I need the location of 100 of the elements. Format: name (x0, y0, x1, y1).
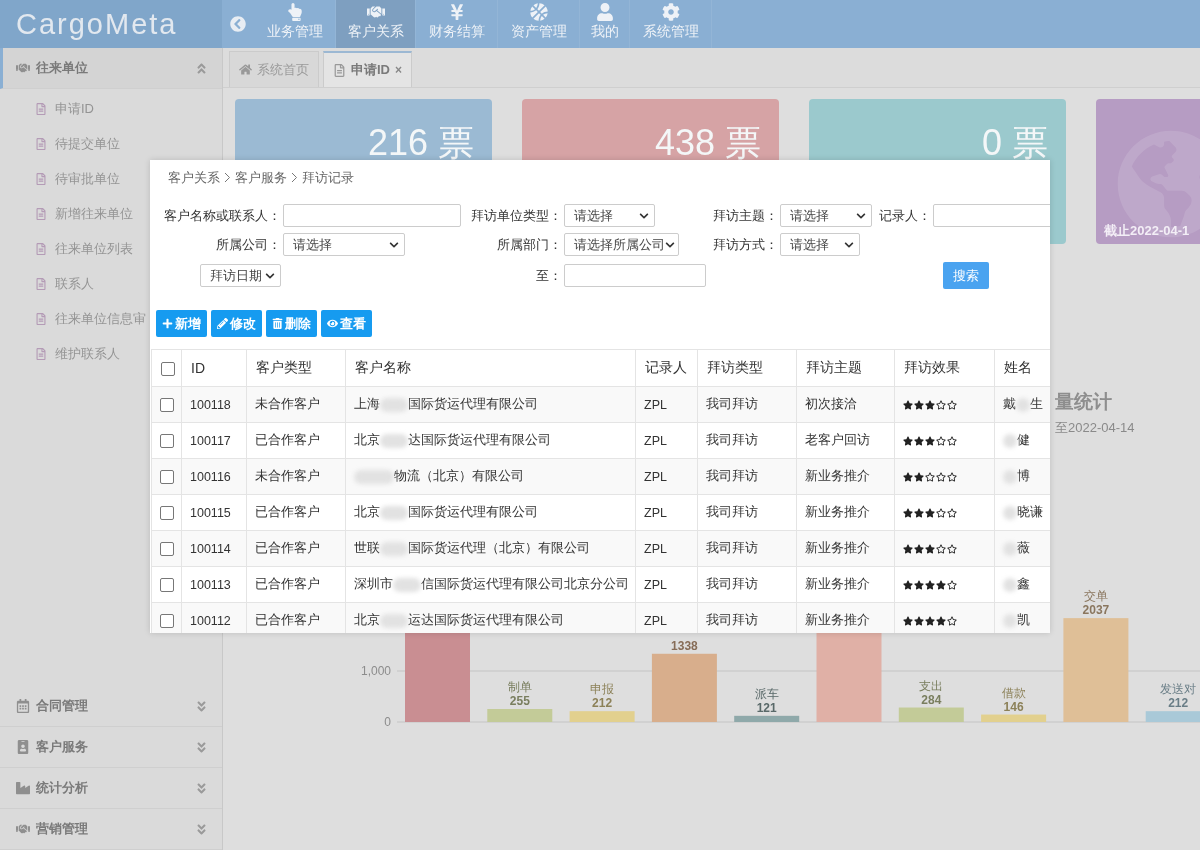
chevron-icon (195, 699, 208, 713)
bar-value: 212 (592, 696, 613, 711)
document-icon (35, 137, 47, 150)
checkbox[interactable] (160, 577, 174, 592)
caret-icon (844, 239, 854, 250)
checkbox[interactable] (160, 433, 174, 448)
edit-button[interactable]: 修改 (211, 310, 262, 337)
sidebar-item[interactable]: 申请ID (0, 91, 222, 126)
add-button[interactable]: 新增 (156, 310, 207, 337)
table-cell: 我司拜访 (697, 458, 797, 495)
chevron-icon (195, 61, 208, 75)
sidebar-section[interactable]: 统计分析 (0, 768, 222, 809)
bar-label: 交单 (1083, 589, 1108, 604)
document-icon (35, 102, 47, 115)
table-cell: 100118 (181, 386, 247, 423)
table-cell: 已合作客户 (246, 602, 346, 633)
breadcrumb-link[interactable]: 客户服务 (235, 169, 287, 187)
eye-icon (327, 318, 338, 329)
document-icon (35, 277, 47, 290)
logo[interactable]: CargoMeta (0, 0, 222, 48)
breadcrumb-link[interactable]: 客户关系 (168, 169, 220, 187)
document-icon (35, 207, 47, 220)
table-cell: 100114 (181, 530, 247, 567)
checkbox[interactable] (160, 505, 174, 520)
search-button[interactable]: 搜索 (943, 262, 989, 289)
field-label: 拜访方式： (713, 235, 779, 254)
panel-title: 量统计 (1055, 390, 1113, 414)
bar-label: 申报 (590, 682, 615, 697)
close-icon[interactable]: × (395, 63, 402, 77)
table-cell: 我司拜访 (697, 566, 797, 603)
bar-label: 支出 (919, 678, 944, 693)
table-cell: 我司拜访 (697, 386, 797, 423)
checkbox[interactable] (161, 362, 175, 377)
bar-value: 121 (756, 700, 777, 715)
stat-value: 216 票 (367, 121, 474, 165)
sidebar-item[interactable]: 待提交单位 (0, 126, 222, 161)
table-cell: ZPL (635, 566, 698, 603)
axis-label: 1,000 (360, 664, 391, 678)
settings-icon (661, 3, 680, 21)
select-field[interactable]: 拜访日期 (200, 264, 281, 287)
checkbox[interactable] (160, 613, 174, 628)
field-label: 所属部门： (497, 235, 563, 254)
stat-value: 438 票 (654, 121, 761, 165)
table-cell: 新业务推介 (796, 566, 895, 603)
field-label: 拜访主题： (713, 206, 779, 225)
calendar-icon (16, 699, 30, 713)
field-label: 客户名称或联系人： (164, 206, 282, 225)
table-cell: 晓谦 (994, 494, 1050, 531)
checkbox[interactable] (160, 397, 174, 412)
text-field[interactable] (283, 204, 461, 227)
user-icon (595, 3, 614, 21)
caret-icon (665, 239, 675, 250)
column-header: 姓名 (994, 349, 1050, 387)
chevron-icon (195, 822, 208, 836)
view-button[interactable]: 查看 (321, 310, 372, 337)
chevron-icon (195, 781, 208, 795)
table-cell: 我司拜访 (697, 494, 797, 531)
card-caption: 截止2022-04-1 (1104, 222, 1190, 240)
page-tab[interactable]: 系统首页 (229, 51, 319, 87)
table-cell: 上海 国际货运代理有限公司 (345, 386, 636, 423)
bar-label: 制单 (507, 680, 532, 694)
id-card-icon (16, 740, 30, 754)
text-field[interactable] (933, 204, 1050, 227)
nav-tab[interactable]: 客户关系 (336, 0, 416, 48)
table-cell: 已合作客户 (246, 566, 346, 603)
sidebar-section[interactable]: 往来单位 (0, 48, 222, 89)
table-cell: 深圳市 信国际货运代理有限公司北京分公司 (345, 566, 636, 603)
table-cell: 100116 (181, 458, 247, 495)
select-field[interactable]: 请选择 (780, 204, 872, 227)
sidebar-section[interactable]: 客户服务 (0, 727, 222, 768)
select-field[interactable]: 请选择 (780, 233, 860, 256)
stat-value: 0 票 (981, 121, 1048, 165)
text-field[interactable] (564, 264, 706, 287)
bar-value: 284 (921, 692, 942, 707)
sidebar-section[interactable]: 合同管理 (0, 686, 222, 727)
select-field[interactable]: 请选择 (283, 233, 405, 256)
sidebar-section[interactable]: 营销管理 (0, 809, 222, 850)
checkbox[interactable] (160, 469, 174, 484)
page-tab[interactable]: 申请ID × (323, 51, 412, 87)
handshake-icon (16, 61, 30, 75)
select-field[interactable]: 请选择所属公司 (564, 233, 679, 256)
delete-button[interactable]: 删除 (266, 310, 317, 337)
bar-value: 255 (509, 694, 530, 708)
breadcrumb-link[interactable]: 拜访记录 (302, 169, 354, 187)
checkbox[interactable] (160, 541, 174, 556)
table-cell: 未合作客户 (246, 458, 346, 495)
table-cell: 已合作客户 (246, 530, 346, 567)
caret-icon (639, 210, 649, 221)
table-cell: 新业务推介 (796, 602, 895, 633)
chevron-icon (195, 740, 208, 754)
table-cell: ZPL (635, 422, 698, 459)
table-cell: 物流（北京）有限公司 (345, 458, 636, 495)
trash-icon (272, 318, 283, 329)
table-cell: 薇 (994, 530, 1050, 567)
table-cell: 初次接洽 (796, 386, 895, 423)
bar-value: 1338 (671, 638, 698, 653)
field-label: 所属公司： (216, 235, 282, 254)
select-field[interactable]: 请选择 (564, 204, 655, 227)
panel-subtitle: 至2022-04-14 (1055, 419, 1136, 437)
home-icon (239, 63, 252, 76)
